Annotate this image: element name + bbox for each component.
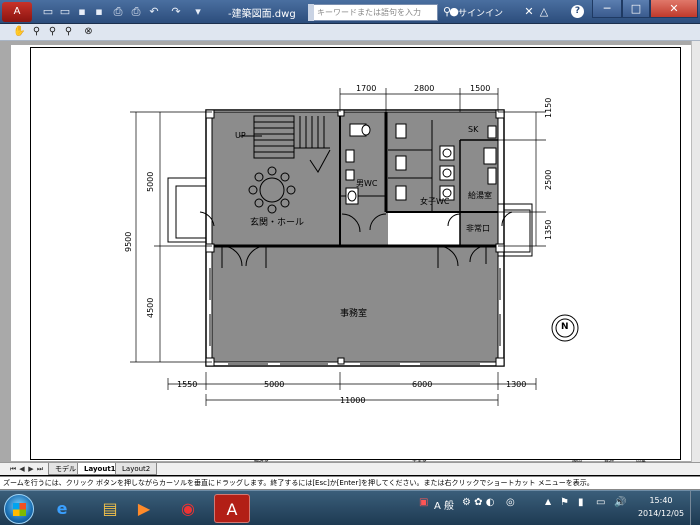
show-desktop-button[interactable] [690,491,700,525]
tray-expand-icon[interactable]: ▲ [545,497,551,506]
explorer-icon[interactable]: ▤ [92,494,128,523]
first-tab-icon[interactable]: ⏮ [9,464,17,474]
help-tray-icon[interactable]: ◎ [506,497,515,508]
taskbar: e ▤ ▶ ◉ A ▣ A 般 ⚙ ✿ ◐ ◎ ▲ ⚑ ▮ ▭ 🔊 15:40 … [0,490,700,525]
exit-floor [460,212,498,246]
start-button[interactable] [4,494,34,524]
last-tab-icon[interactable]: ⏭ [36,464,44,474]
clock[interactable]: 15:40 2014/12/05 [636,494,686,520]
tab-layout2[interactable]: Layout2 [115,463,158,475]
clock-time: 15:40 [649,496,673,505]
flag-icon[interactable]: ⚑ [560,497,569,508]
display-icon[interactable]: ▭ [596,497,605,508]
clock-date: 2014/12/05 [637,509,685,518]
volume-icon[interactable]: 🔊 [614,497,626,508]
ime-icon[interactable]: ▣ [419,497,428,508]
floor-plan [130,88,579,406]
ie-icon[interactable]: e [44,494,80,523]
media-player-icon[interactable]: ▶ [126,494,162,523]
command-line[interactable]: ズームを行うには、クリック ボタンを押しながらカーソルを垂直にドラッグします。終… [0,476,700,490]
autocad-taskbar-icon[interactable]: A [214,494,250,523]
network-icon[interactable]: ▮ [578,497,584,508]
next-tab-icon[interactable]: ▶ [27,464,35,474]
office-floor [212,246,498,362]
north-arrow-icon [551,314,579,342]
layout-tabs-bar: ⏮ ◀ ▶ ⏭ モデル Layout1 Layout2 [0,462,700,475]
tray-app-icons[interactable]: ⚙ ✿ ◐ [462,497,494,508]
prev-tab-icon[interactable]: ◀ [18,464,26,474]
ime-mode[interactable]: A 般 [434,497,454,512]
chrome-icon[interactable]: ◉ [170,494,206,523]
